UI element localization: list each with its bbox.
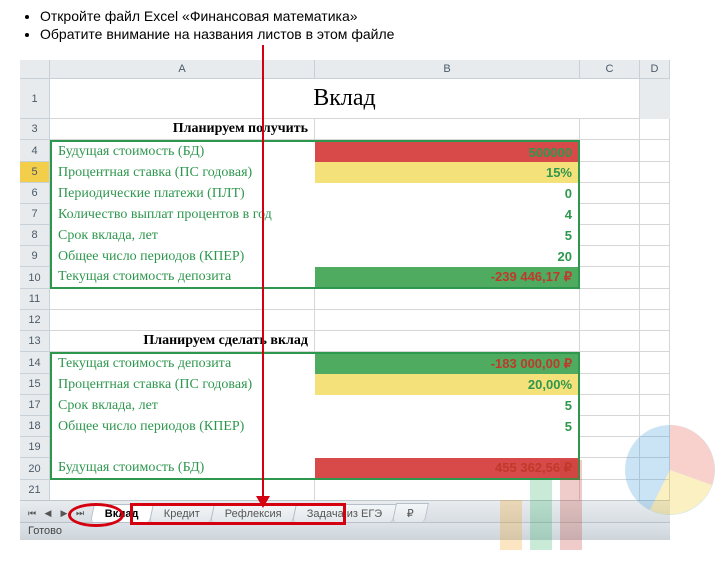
prev-sheet-button[interactable]: ◀ — [40, 504, 56, 522]
cell[interactable] — [640, 289, 670, 310]
row-header[interactable]: 20 — [20, 458, 50, 480]
section-header-2[interactable]: Планируем сделать вклад — [50, 331, 315, 352]
label-rate[interactable]: Процентная ставка (ПС годовая) — [50, 162, 315, 183]
column-headers: A B C D — [20, 60, 670, 79]
cell[interactable] — [640, 162, 670, 183]
cell[interactable] — [640, 246, 670, 267]
cell[interactable] — [315, 119, 580, 140]
cell[interactable] — [640, 140, 670, 162]
row-header[interactable]: 18 — [20, 416, 50, 437]
col-header-a[interactable]: A — [50, 60, 315, 79]
cell[interactable] — [580, 225, 640, 246]
label-nper2[interactable]: Общее число периодов (КПЕР) — [50, 416, 315, 437]
value-periods-year[interactable]: 4 — [315, 204, 580, 225]
label-years[interactable]: Срок вклада, лет — [50, 225, 315, 246]
cell[interactable] — [640, 225, 670, 246]
cell[interactable] — [50, 289, 315, 310]
row-header[interactable]: 9 — [20, 246, 50, 267]
label-periods-year[interactable]: Количество выплат процентов в год — [50, 204, 315, 225]
row-header[interactable]: 11 — [20, 289, 50, 310]
row-header[interactable]: 14 — [20, 352, 50, 374]
decorative-background — [490, 410, 720, 570]
cell[interactable] — [580, 204, 640, 225]
cell[interactable] — [640, 331, 670, 352]
cell[interactable] — [580, 374, 640, 395]
cell[interactable] — [580, 119, 640, 140]
value-rate[interactable]: 15% — [315, 162, 580, 183]
label-fv2[interactable]: Будущая стоимость (БД) — [50, 458, 315, 480]
row-header[interactable]: 12 — [20, 310, 50, 331]
cell[interactable] — [50, 310, 315, 331]
row-header[interactable]: 15 — [20, 374, 50, 395]
label-rate2[interactable]: Процентная ставка (ПС годовая) — [50, 374, 315, 395]
cell[interactable] — [315, 310, 580, 331]
cell[interactable] — [640, 267, 670, 289]
col-header-b[interactable]: B — [315, 60, 580, 79]
col-header-d[interactable]: D — [640, 60, 670, 79]
value-future-value[interactable]: 500000 — [315, 140, 580, 162]
row-header[interactable]: 13 — [20, 331, 50, 352]
cell[interactable] — [640, 119, 670, 140]
value-pv2[interactable]: -183 000,00 ₽ — [315, 352, 580, 374]
annotation-rectangle — [130, 503, 346, 525]
cell[interactable] — [640, 204, 670, 225]
cell[interactable] — [580, 267, 640, 289]
row-header[interactable]: 7 — [20, 204, 50, 225]
label-years2[interactable]: Срок вклада, лет — [50, 395, 315, 416]
row-header[interactable]: 21 — [20, 480, 50, 501]
label-nper[interactable]: Общее число периодов (КПЕР) — [50, 246, 315, 267]
row-header[interactable]: 17 — [20, 395, 50, 416]
row-header[interactable]: 6 — [20, 183, 50, 204]
sheet-title[interactable]: Вклад — [50, 79, 640, 119]
label-pv[interactable]: Текущая стоимость депозита — [50, 267, 315, 289]
col-header-c[interactable]: C — [580, 60, 640, 79]
annotation-arrow-line — [262, 45, 264, 500]
cell[interactable] — [580, 310, 640, 331]
bullet-2: Обратите внимание на названия листов в э… — [40, 26, 690, 42]
bullet-1: Откройте файл Excel «Финансовая математи… — [40, 8, 690, 24]
cell[interactable] — [640, 374, 670, 395]
cell[interactable] — [315, 289, 580, 310]
cell[interactable] — [580, 246, 640, 267]
cell[interactable] — [50, 437, 315, 458]
value-years[interactable]: 5 — [315, 225, 580, 246]
cell[interactable] — [580, 162, 640, 183]
value-pmt[interactable]: 0 — [315, 183, 580, 204]
cell[interactable] — [315, 331, 580, 352]
annotation-ellipse — [68, 503, 124, 527]
slide-bullets: Откройте файл Excel «Финансовая математи… — [0, 0, 720, 50]
value-nper[interactable]: 20 — [315, 246, 580, 267]
row-header[interactable]: 8 — [20, 225, 50, 246]
label-future-value[interactable]: Будущая стоимость (БД) — [50, 140, 315, 162]
row-header[interactable]: 10 — [20, 267, 50, 289]
cell[interactable] — [580, 140, 640, 162]
cell[interactable] — [640, 183, 670, 204]
cell[interactable] — [580, 183, 640, 204]
value-pv[interactable]: -239 446,17 ₽ — [315, 267, 580, 289]
row-header[interactable]: 19 — [20, 437, 50, 458]
cell[interactable] — [640, 310, 670, 331]
cell[interactable] — [580, 289, 640, 310]
row-header[interactable]: 5 — [20, 162, 50, 183]
cell[interactable] — [580, 352, 640, 374]
cell[interactable] — [580, 331, 640, 352]
sheet-tab-last[interactable]: ₽ — [392, 503, 429, 522]
row-header[interactable]: 4 — [20, 140, 50, 162]
value-rate2[interactable]: 20,00% — [315, 374, 580, 395]
label-pmt[interactable]: Периодические платежи (ПЛТ) — [50, 183, 315, 204]
first-sheet-button[interactable]: ⏮ — [24, 504, 40, 522]
section-header-1[interactable]: Планируем получить — [50, 119, 315, 140]
select-all-corner[interactable] — [20, 60, 50, 79]
cell[interactable] — [50, 480, 315, 501]
cell[interactable] — [640, 352, 670, 374]
row-header[interactable]: 3 — [20, 119, 50, 140]
row-header[interactable]: 1 — [20, 79, 50, 119]
status-text: Готово — [28, 525, 62, 537]
label-pv2[interactable]: Текущая стоимость депозита — [50, 352, 315, 374]
